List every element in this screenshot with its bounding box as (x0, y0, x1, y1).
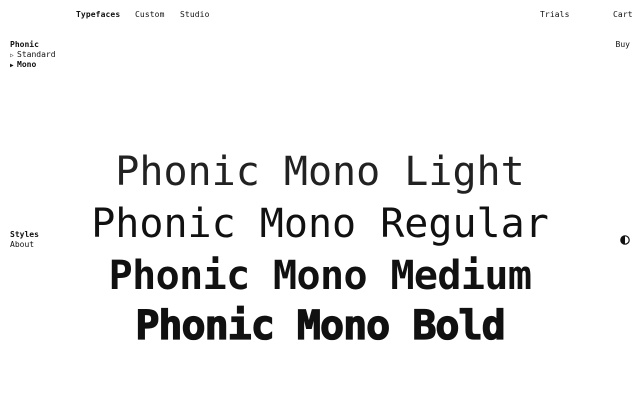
variant-standard-label: Standard (17, 50, 56, 59)
variant-mono-item[interactable]: ▶ Mono (10, 60, 36, 71)
specimen-light-line: Phonic Mono Light (115, 149, 525, 195)
nav-cart-link[interactable]: Cart (613, 10, 633, 20)
buy-link[interactable]: Buy (616, 40, 630, 50)
variant-selected-arrow-icon: ▶ (10, 61, 14, 69)
variant-standard-item[interactable]: ▷ Standard (10, 50, 56, 61)
variant-mono-label: Mono (17, 60, 37, 69)
specimen-medium-line: Phonic Mono Medium (108, 253, 532, 299)
nav-custom-link[interactable]: Custom (135, 10, 165, 20)
specimen-regular-line: Phonic Mono Regular (91, 201, 549, 247)
family-title: Phonic (10, 40, 39, 49)
nav-typefaces-link[interactable]: Typefaces (76, 10, 120, 20)
specimen-bold-line: Phonic Mono Bold (135, 302, 507, 349)
nav-studio-link[interactable]: Studio (180, 10, 210, 20)
nav-trials-link[interactable]: Trials (540, 10, 570, 20)
variant-unselected-arrow-icon: ▷ (10, 51, 14, 59)
